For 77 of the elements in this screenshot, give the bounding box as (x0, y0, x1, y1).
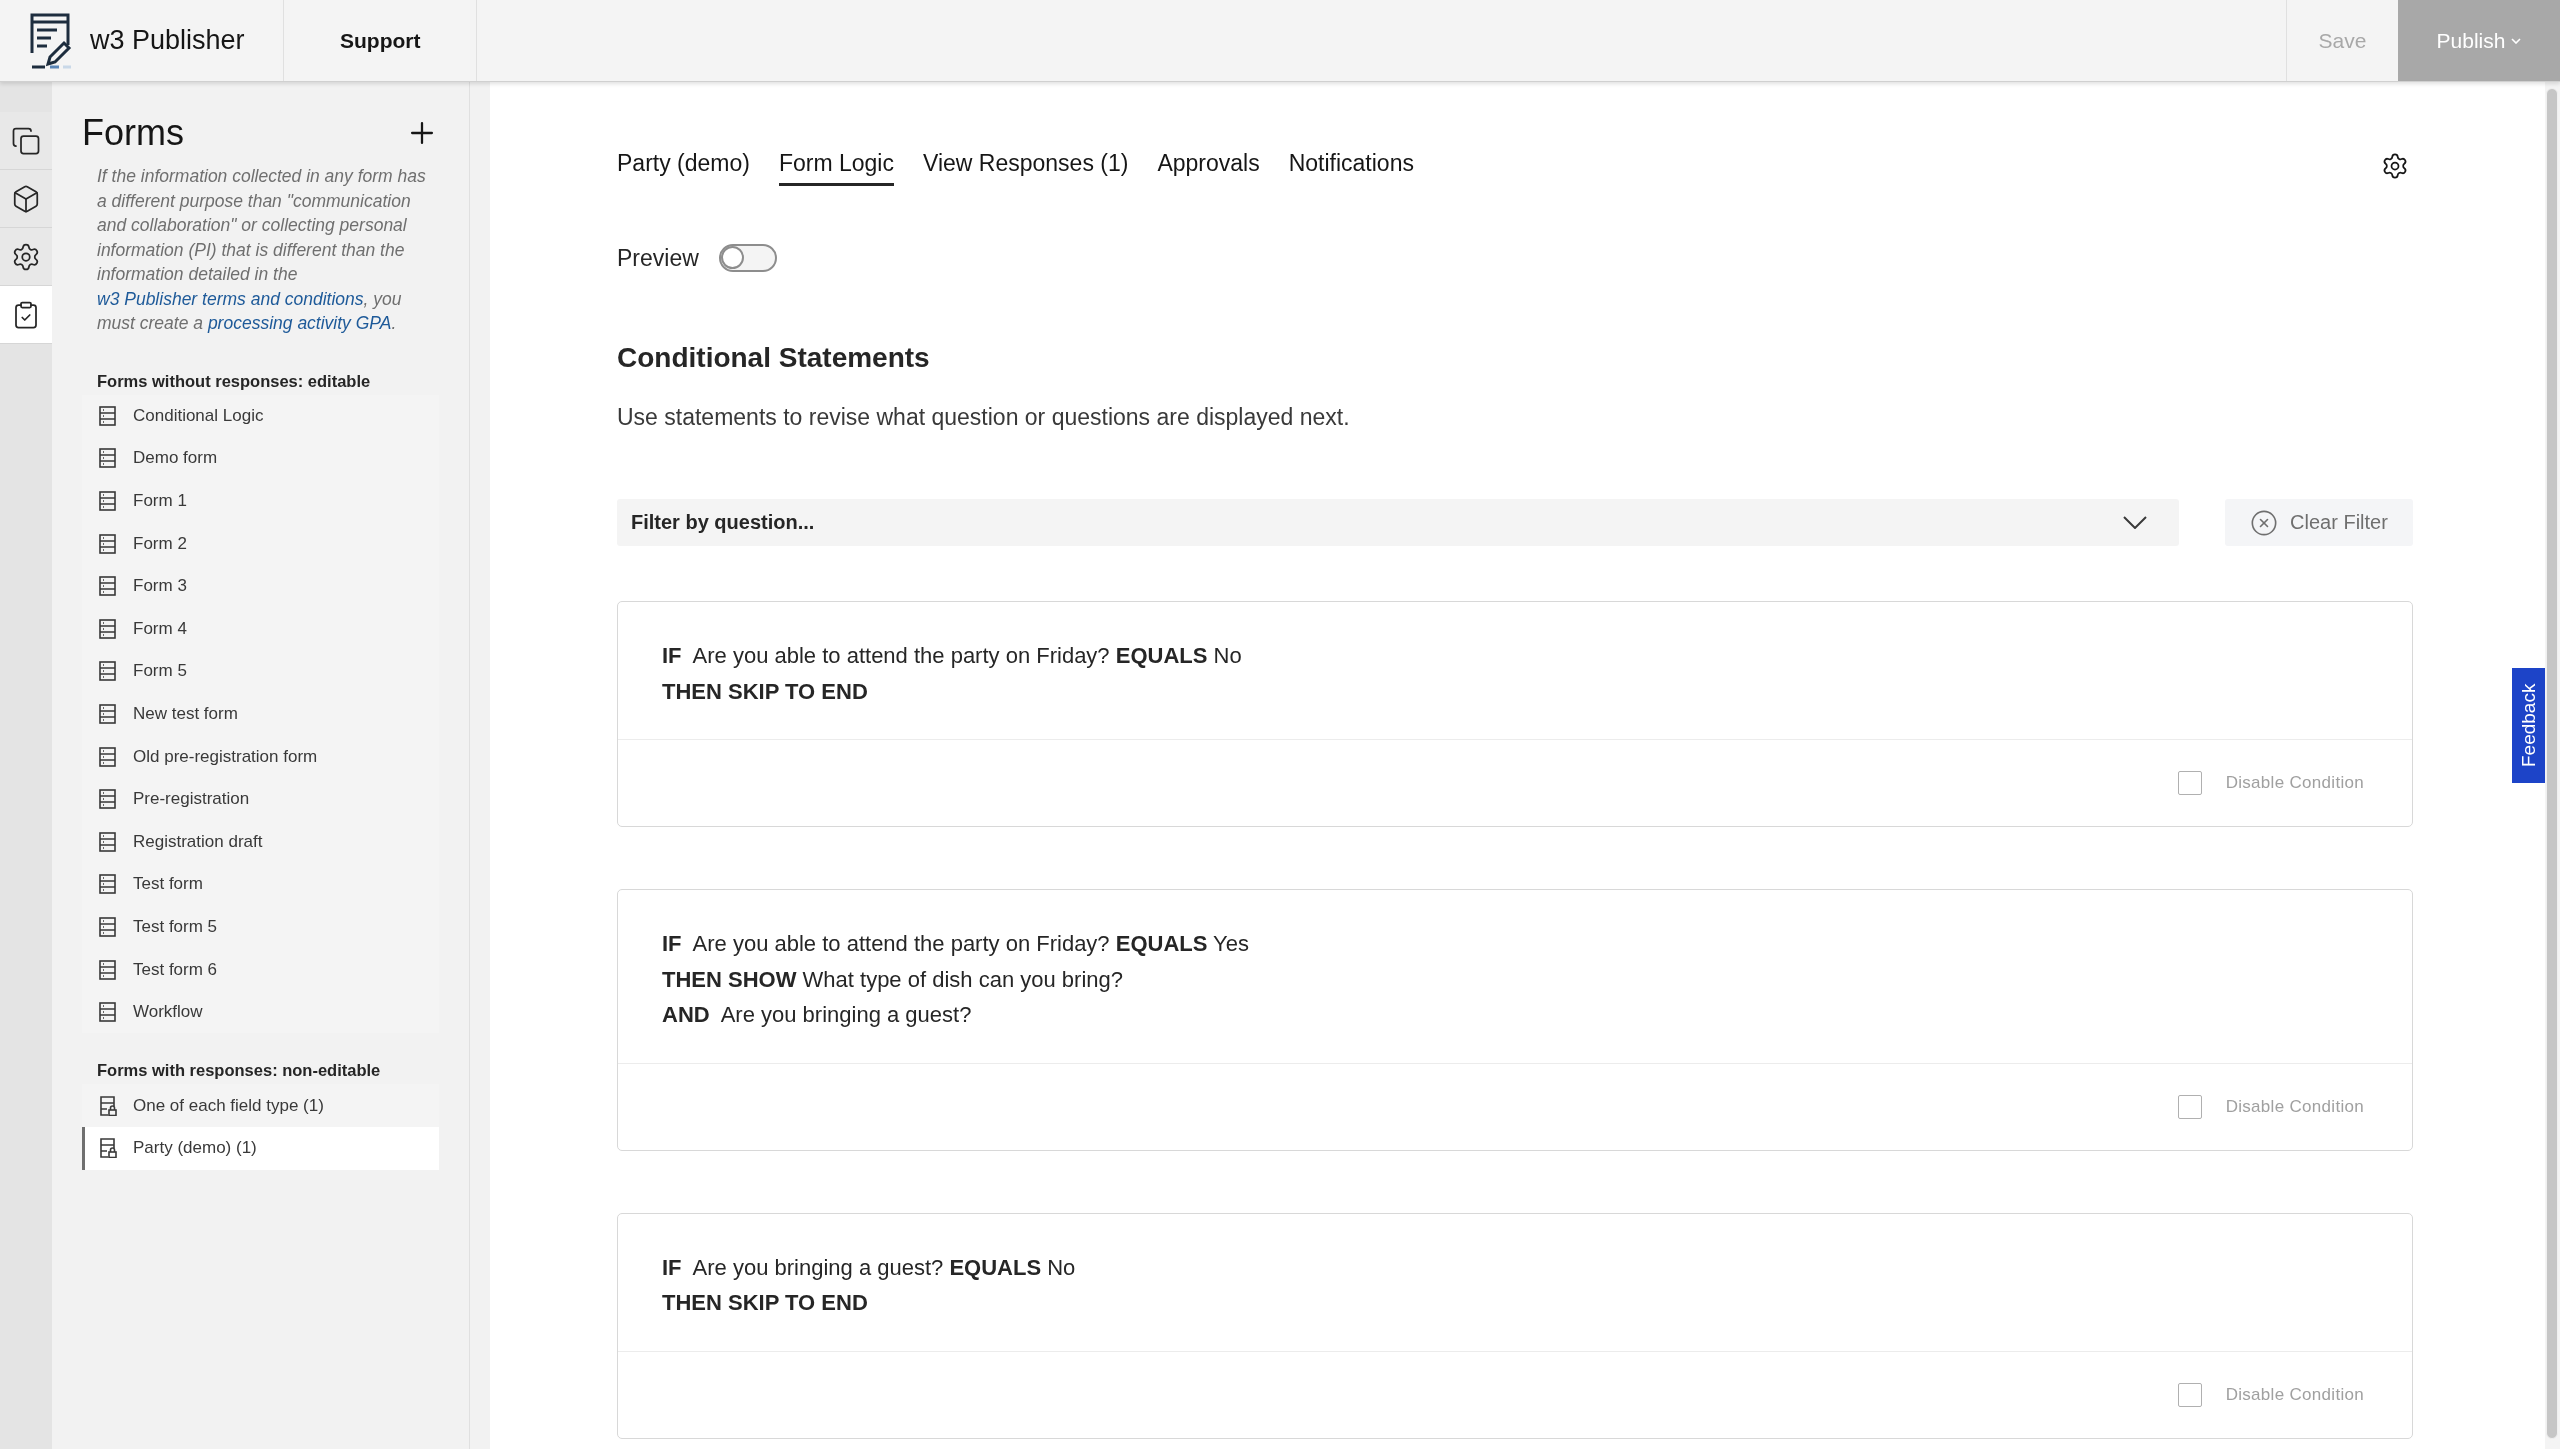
statement-line: AND Are you bringing a guest? (662, 1001, 973, 1029)
form-icon (99, 874, 117, 895)
settings-icon (2381, 152, 2409, 180)
clear-icon (2250, 508, 2279, 537)
section-heading: Forms without responses: editable (96, 371, 372, 391)
form-icon (99, 533, 117, 554)
form-list-item[interactable]: Demo form (82, 437, 439, 480)
form-icon (99, 576, 117, 597)
preview-toggle[interactable] (718, 244, 777, 272)
locked-form-icon (99, 1138, 117, 1159)
locked-form-icon (99, 1095, 117, 1116)
form-icon (99, 916, 117, 937)
form-list-item[interactable]: Registration draft (82, 820, 439, 864)
statement-line: THEN SKIP TO END (662, 677, 869, 706)
form-icon (99, 1002, 117, 1023)
form-list-item[interactable]: Form 4 (82, 607, 439, 651)
form-icon (99, 746, 117, 767)
form-icon (99, 618, 117, 639)
settings-button[interactable] (2381, 152, 2409, 180)
checkbox-label: Disable Condition (2225, 1096, 2364, 1117)
form-list-item[interactable]: Test form 6 (82, 948, 439, 991)
notice-link[interactable]: processing activity GPA (207, 313, 392, 333)
section-heading: Forms with responses: non-editable (96, 1061, 382, 1081)
notice-link[interactable]: w3 Publisher terms and conditions (97, 288, 364, 309)
form-list-item[interactable]: Form 5 (82, 650, 439, 693)
statement-line: IF Are you able to attend the party on Friday? EQUALS Yes (662, 930, 1250, 958)
form-icon (99, 405, 117, 426)
filter-dropdown[interactable]: Filter by question... (617, 499, 2179, 546)
tab[interactable]: Party (demo) (617, 150, 750, 186)
cube-icon (11, 183, 41, 214)
checkbox-label: Disable Condition (2225, 773, 2364, 793)
statement-line: THEN SKIP TO END (662, 1289, 869, 1317)
form-icon (99, 661, 117, 682)
clear-filter-button[interactable]: Clear Filter (2225, 499, 2413, 546)
section-description: Use statements to revise what question or questions are displayed next. (617, 404, 1351, 431)
form-list-item[interactable]: Party (demo) (1) (82, 1127, 439, 1170)
checkbox[interactable] (2177, 1382, 2202, 1407)
form-list-item[interactable]: One of each field type (1) (82, 1084, 439, 1127)
chevron-down-icon (2123, 516, 2147, 529)
form-list-item[interactable]: Form 3 (82, 564, 439, 608)
preview-label: Preview (617, 244, 699, 272)
statement-line: IF Are you able to attend the party on Friday? EQUALS No (662, 642, 1243, 670)
form-list-item[interactable]: New test form (82, 692, 439, 736)
form-icon (99, 959, 117, 980)
form-list-item[interactable]: Form 1 (82, 479, 439, 523)
sidebar-title: Forms (82, 112, 184, 154)
form-icon (99, 703, 117, 724)
tab[interactable]: View Responses (1) (923, 150, 1129, 186)
checkbox-label: Disable Condition (2225, 1384, 2364, 1405)
tab[interactable]: Form Logic (778, 150, 894, 186)
feedback-tab[interactable]: Feedback (2512, 668, 2545, 783)
form-list-item[interactable]: Form 2 (82, 522, 439, 565)
form-list-item[interactable]: Test form (82, 863, 439, 906)
form-icon (99, 831, 117, 852)
form-icon (99, 491, 117, 511)
settings-icon (11, 241, 41, 272)
statement-line: THEN SHOW What type of dish can you bring? (662, 965, 1124, 994)
notice-text: If the information collected in any form has a different purpose than "communication and collaboration" or collecting personal information (PI) that is different than the information detailed in the w3 Publisher terms and conditions, you must create a processing activity GPA. (97, 165, 427, 335)
form-list-item[interactable]: Pre-registration (82, 777, 439, 821)
form-list-item[interactable]: Old pre-registration form (82, 735, 439, 778)
chevron-down-icon (2511, 37, 2522, 44)
tab[interactable]: Notifications (1288, 150, 1414, 186)
statement-line: IF Are you bringing a guest? EQUALS No (662, 1253, 1077, 1282)
form-list-item[interactable]: Conditional Logic (82, 394, 439, 438)
form-icon (99, 789, 117, 810)
nav-link[interactable]: Support (284, 0, 478, 81)
checkbox[interactable] (2177, 1094, 2202, 1119)
app-title: w3 Publisher (90, 25, 245, 56)
copy-icon (11, 125, 41, 156)
scrollbar[interactable] (2546, 88, 2558, 1439)
section-title: Conditional Statements (617, 342, 931, 374)
form-icon (99, 448, 117, 469)
checkbox[interactable] (2177, 771, 2202, 795)
form-list-item[interactable]: Workflow (82, 990, 439, 1034)
tab[interactable]: Approvals (1157, 150, 1260, 186)
form-list-item[interactable]: Test form 5 (82, 905, 439, 949)
logo-icon (28, 12, 72, 69)
